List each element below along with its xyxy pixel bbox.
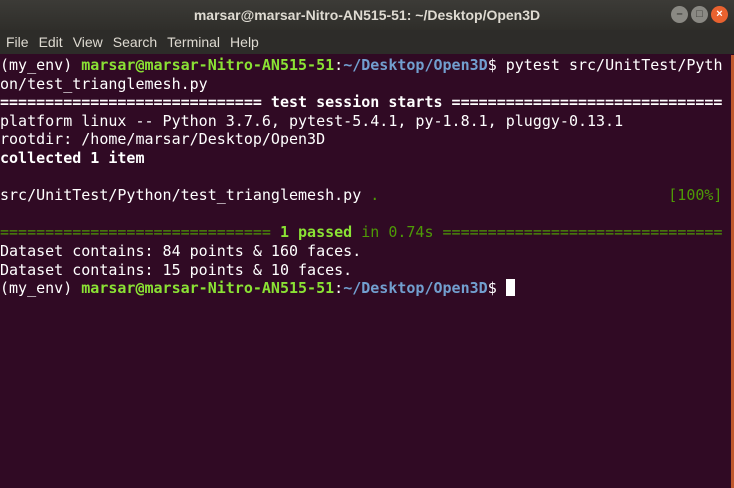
menu-help[interactable]: Help <box>230 34 259 50</box>
minimize-button[interactable]: – <box>671 6 688 23</box>
prompt-colon-2: : <box>334 279 344 298</box>
prompt-userhost-2: marsar@marsar-Nitro-AN515-51 <box>81 279 335 298</box>
summary-time: in 0.74s <box>352 223 443 242</box>
rootdir-line: rootdir: /home/marsar/Desktop/Open3D <box>0 130 326 149</box>
platform-line: platform linux -- Python 3.7.6, pytest-5… <box>0 111 624 130</box>
test-dot: . <box>370 186 380 205</box>
prompt-userhost: marsar@marsar-Nitro-AN515-51 <box>81 56 335 74</box>
summary-eq-left: ============================== <box>0 223 280 242</box>
menu-search[interactable]: Search <box>113 34 157 50</box>
title-bar: marsar@marsar-Nitro-AN515-51: ~/Desktop/… <box>0 0 734 30</box>
summary-eq-right: =============================== <box>442 223 723 242</box>
dataset-line-1: Dataset contains: 84 points & 160 faces. <box>0 241 362 260</box>
menu-view[interactable]: View <box>73 34 103 50</box>
menu-terminal[interactable]: Terminal <box>167 34 220 50</box>
prompt-env-2: (my_env) <box>0 279 82 298</box>
prompt-dollar: $ <box>487 56 506 74</box>
prompt-colon: : <box>334 56 344 74</box>
prompt-path: ~/Desktop/Open3D <box>343 56 488 74</box>
dataset-line-2: Dataset contains: 15 points & 10 faces. <box>0 260 353 279</box>
window-title: marsar@marsar-Nitro-AN515-51: ~/Desktop/… <box>193 7 541 23</box>
collected-line: collected 1 item <box>0 148 145 167</box>
prompt-dollar-2: $ <box>487 279 506 298</box>
test-file: src/UnitTest/Python/test_trianglemesh.py <box>0 186 371 205</box>
menu-file[interactable]: File <box>6 34 29 50</box>
close-button[interactable]: × <box>711 6 728 23</box>
menu-edit[interactable]: Edit <box>39 34 63 50</box>
terminal-cursor <box>505 279 515 297</box>
summary-passed: 1 passed <box>279 223 353 242</box>
test-percent: [100%] <box>668 186 723 205</box>
maximize-button[interactable]: □ <box>691 6 708 23</box>
terminal-output[interactable]: (my_env) marsar@marsar-Nitro-AN515-51:~/… <box>0 55 723 298</box>
menu-bar: File Edit View Search Terminal Help <box>0 30 734 54</box>
prompt-env: (my_env) <box>0 56 82 74</box>
prompt-path-2: ~/Desktop/Open3D <box>343 279 488 298</box>
session-header: ============================= test sessi… <box>0 93 723 112</box>
